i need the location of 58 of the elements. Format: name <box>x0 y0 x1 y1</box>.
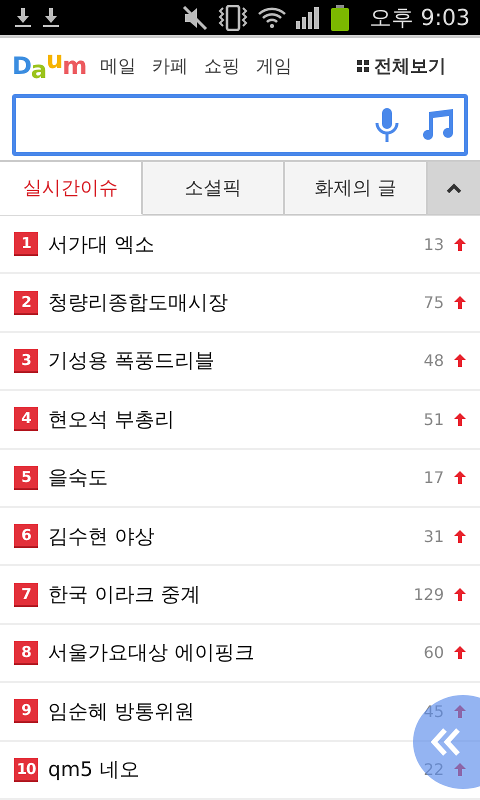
rank-number: 9 <box>14 699 38 724</box>
rank-number: 10 <box>14 758 38 782</box>
download-icon <box>14 8 32 28</box>
rank-number: 8 <box>14 640 38 665</box>
nav-link[interactable]: 게임 <box>256 56 292 77</box>
nav-link[interactable]: 메일 <box>100 56 136 77</box>
rank-number: 2 <box>14 290 38 315</box>
rank-number: 4 <box>14 407 38 432</box>
tab[interactable]: 소셜픽 <box>142 162 286 215</box>
issue-title: 기성용 폭풍드리블 <box>48 347 216 374</box>
issue-title: 서울가요대상 에이핑크 <box>48 639 256 666</box>
search-count: 31 <box>424 526 444 546</box>
nav-link[interactable]: 쇼핑 <box>204 56 240 77</box>
search-count: 51 <box>424 410 444 429</box>
search-count: 75 <box>424 293 444 312</box>
issue-item[interactable]: 4 현오석 부총리 51 <box>0 391 480 450</box>
issue-item[interactable]: 6 김수현 야상 31 <box>0 508 480 566</box>
battery-icon <box>330 4 350 30</box>
search-field[interactable] <box>12 94 468 156</box>
issue-title: 을숙도 <box>48 464 109 492</box>
issue-item[interactable]: 3 기성용 폭풍드리블 48 <box>0 332 480 392</box>
issue-title: 현오석 부총리 <box>48 406 176 433</box>
search-count: 129 <box>413 585 444 604</box>
grid-icon <box>357 60 369 72</box>
collapse-button[interactable] <box>428 162 480 215</box>
double-chevron-left-icon <box>431 728 461 756</box>
issue-item[interactable]: 5 을숙도 17 <box>0 450 480 508</box>
search-count: 60 <box>424 643 444 662</box>
search-count: 13 <box>424 234 444 254</box>
mute-icon <box>182 6 208 30</box>
signal-icon <box>296 6 320 28</box>
clock-time: 오후 9:03 <box>370 4 470 32</box>
rank-number: 7 <box>14 582 38 607</box>
chevron-up-icon <box>446 183 462 193</box>
issue-item[interactable]: 1 서가대 엑소 13 <box>0 216 480 274</box>
rank-number: 1 <box>14 232 38 256</box>
vibrate-icon <box>218 4 248 30</box>
search-count: 17 <box>424 468 444 488</box>
music-note-icon[interactable] <box>420 109 454 141</box>
nav-link[interactable]: 카페 <box>152 56 188 77</box>
issue-title: 서가대 엑소 <box>48 230 156 258</box>
issue-item[interactable]: 8 서울가요대상 에이핑크 60 <box>0 624 480 684</box>
issue-title: 한국 이라크 중계 <box>48 581 202 608</box>
all-menu-link[interactable]: 전체보기 <box>357 54 446 78</box>
issue-title: 김수현 야상 <box>48 522 156 550</box>
wifi-icon <box>258 6 286 28</box>
issue-title: 청량리종합도매시장 <box>48 289 229 316</box>
issue-item[interactable]: 2 청량리종합도매시장 75 <box>0 274 480 333</box>
tab[interactable]: 화제의 글 <box>285 162 428 215</box>
rank-number: 5 <box>14 466 38 490</box>
microphone-icon[interactable] <box>374 108 400 142</box>
issue-title: 임순혜 방통위원 <box>48 698 196 725</box>
issue-item[interactable]: 7 한국 이라크 중계 129 <box>0 566 480 625</box>
download-icon <box>42 8 60 28</box>
rank-number: 6 <box>14 524 38 548</box>
rank-number: 3 <box>14 348 38 373</box>
issue-title: qm5 네오 <box>48 756 140 784</box>
search-count: 48 <box>424 351 444 370</box>
